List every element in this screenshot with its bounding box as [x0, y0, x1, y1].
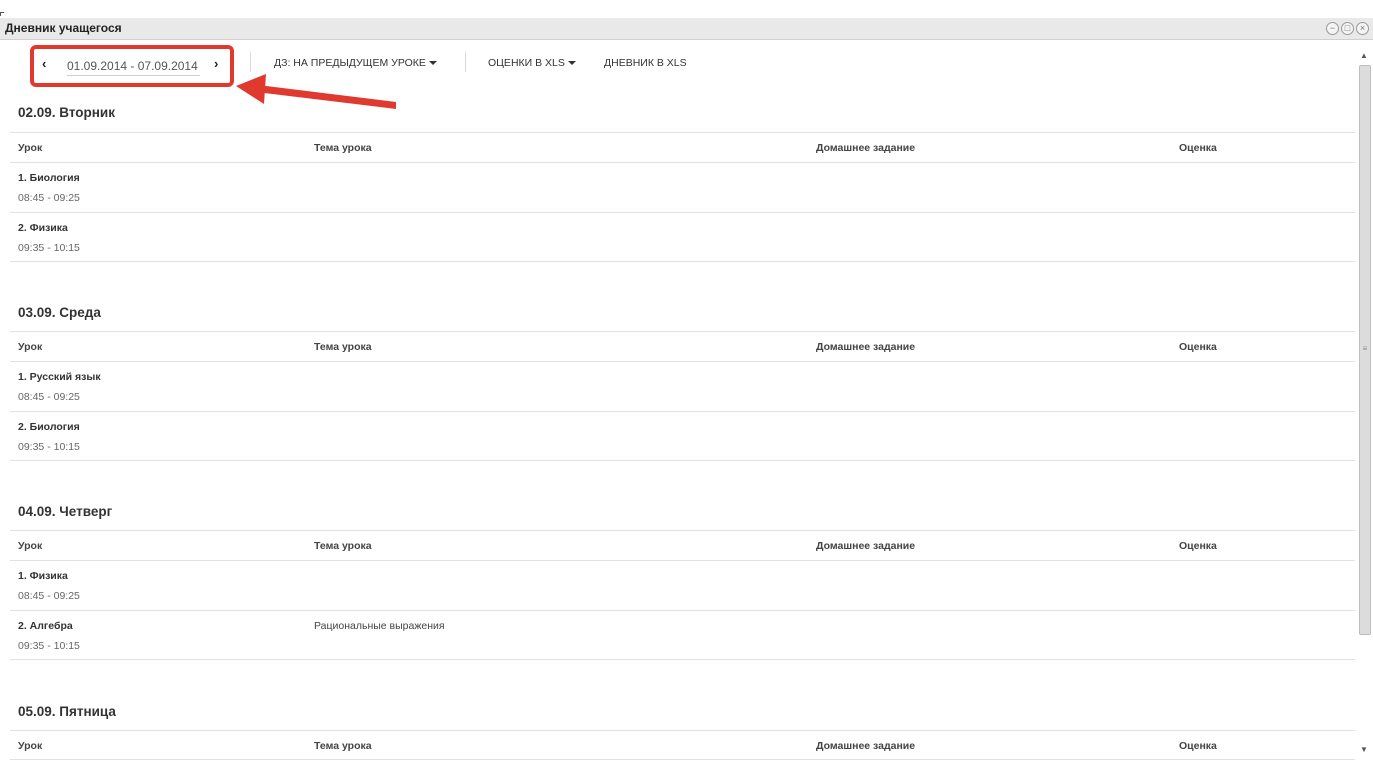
table-row: 2. Алгебра 09:35 - 10:15 Рациональные вы…	[10, 610, 1355, 660]
col-homework-header: Домашнее задание	[816, 142, 916, 154]
caret-down-icon	[567, 61, 576, 66]
day-lessons-table: Урок Тема урока Домашнее задание Оценка …	[10, 331, 1355, 461]
prev-week-chevron-icon[interactable]: ‹	[42, 56, 46, 71]
col-grade-header: Оценка	[1179, 740, 1217, 752]
table-row: 2. Биология 09:35 - 10:15	[10, 411, 1355, 461]
col-lesson-header: Урок	[18, 540, 43, 552]
table-row: 2. Физика 09:35 - 10:15	[10, 212, 1355, 262]
day-title: 02.09. Вторник	[18, 105, 115, 120]
scroll-down-arrow-icon[interactable]: ▼	[1357, 743, 1371, 757]
window-controls: − □ ×	[1326, 22, 1369, 35]
diary-xls-button[interactable]: ДНЕВНИК В XLS	[604, 57, 687, 69]
table-row: 1. Биология 08:45 - 09:25	[10, 162, 1355, 212]
table-header-row: Урок Тема урока Домашнее задание Оценка	[10, 530, 1355, 560]
grades-xls-dropdown[interactable]: ОЦЕНКИ В XLS	[488, 57, 576, 69]
lesson-name: 1. Физика	[18, 570, 68, 582]
toolbar: ‹ › ДЗ: НА ПРЕДЫДУЩЕМ УРОКЕ ОЦЕНКИ В XLS…	[0, 40, 1355, 87]
col-grade-header: Оценка	[1179, 341, 1217, 353]
table-header-row: Урок Тема урока Домашнее задание Оценка	[10, 730, 1355, 760]
day-title: 04.09. Четверг	[18, 504, 113, 519]
lesson-time: 09:35 - 10:15	[18, 242, 80, 254]
caret-down-icon	[428, 61, 437, 66]
diary-content: ‹ › ДЗ: НА ПРЕДЫДУЩЕМ УРОКЕ ОЦЕНКИ В XLS…	[0, 40, 1355, 769]
maximize-icon[interactable]: □	[1341, 22, 1354, 35]
annotation-arrow-icon	[236, 74, 396, 109]
table-row: 1. Русский язык 08:45 - 09:25	[10, 361, 1355, 411]
lesson-name: 1. Биология	[18, 172, 80, 184]
annotation-arrow-shaft	[256, 85, 396, 109]
col-grade-header: Оценка	[1179, 142, 1217, 154]
vertical-scrollbar[interactable]: ▲ ≡ ▼	[1357, 49, 1371, 757]
day-lessons-table: Урок Тема урока Домашнее задание Оценка	[10, 730, 1355, 760]
lesson-name: 2. Биология	[18, 421, 80, 433]
day-lessons-table: Урок Тема урока Домашнее задание Оценка …	[10, 132, 1355, 262]
lesson-time: 08:45 - 09:25	[18, 391, 80, 403]
day-title: 05.09. Пятница	[18, 704, 116, 719]
lesson-time: 09:35 - 10:15	[18, 640, 80, 652]
homework-mode-label: ДЗ: НА ПРЕДЫДУЩЕМ УРОКЕ	[274, 57, 426, 69]
col-topic-header: Тема урока	[314, 740, 372, 752]
col-grade-header: Оценка	[1179, 540, 1217, 552]
close-icon[interactable]: ×	[1356, 22, 1369, 35]
diary-window: Дневник учащегося − □ × ‹ › ДЗ: НА ПРЕДЫ…	[0, 0, 1373, 769]
table-header-row: Урок Тема урока Домашнее задание Оценка	[10, 132, 1355, 162]
lesson-name: 1. Русский язык	[18, 371, 101, 383]
col-homework-header: Домашнее задание	[816, 740, 916, 752]
minimize-icon[interactable]: −	[1326, 22, 1339, 35]
annotation-arrow-head	[236, 74, 266, 104]
table-header-row: Урок Тема урока Домашнее задание Оценка	[10, 331, 1355, 361]
scroll-up-arrow-icon[interactable]: ▲	[1357, 49, 1371, 63]
col-homework-header: Домашнее задание	[816, 540, 916, 552]
homework-mode-dropdown[interactable]: ДЗ: НА ПРЕДЫДУЩЕМ УРОКЕ	[274, 57, 437, 69]
next-week-chevron-icon[interactable]: ›	[214, 56, 218, 71]
lesson-name: 2. Физика	[18, 222, 68, 234]
date-range-field[interactable]	[67, 57, 200, 76]
toolbar-divider	[250, 52, 251, 72]
lesson-time: 08:45 - 09:25	[18, 192, 80, 204]
col-topic-header: Тема урока	[314, 540, 372, 552]
lesson-time: 09:35 - 10:15	[18, 441, 80, 453]
toolbar-divider	[465, 52, 466, 72]
grades-xls-label: ОЦЕНКИ В XLS	[488, 57, 565, 69]
col-lesson-header: Урок	[18, 142, 43, 154]
lesson-time: 08:45 - 09:25	[18, 590, 80, 602]
col-lesson-header: Урок	[18, 341, 43, 353]
date-navigation: ‹ ›	[30, 45, 234, 87]
table-row: 1. Физика 08:45 - 09:25	[10, 560, 1355, 610]
window-corner	[0, 12, 4, 16]
scroll-grip-icon: ≡	[1362, 344, 1368, 353]
col-topic-header: Тема урока	[314, 142, 372, 154]
lesson-name: 2. Алгебра	[18, 620, 73, 632]
col-homework-header: Домашнее задание	[816, 341, 916, 353]
lesson-topic: Рациональные выражения	[314, 620, 445, 632]
scroll-thumb[interactable]: ≡	[1359, 65, 1371, 635]
col-topic-header: Тема урока	[314, 341, 372, 353]
day-title: 03.09. Среда	[18, 305, 101, 320]
window-title: Дневник учащегося	[5, 21, 122, 35]
window-titlebar: Дневник учащегося − □ ×	[0, 12, 1373, 40]
col-lesson-header: Урок	[18, 740, 43, 752]
day-lessons-table: Урок Тема урока Домашнее задание Оценка …	[10, 530, 1355, 660]
